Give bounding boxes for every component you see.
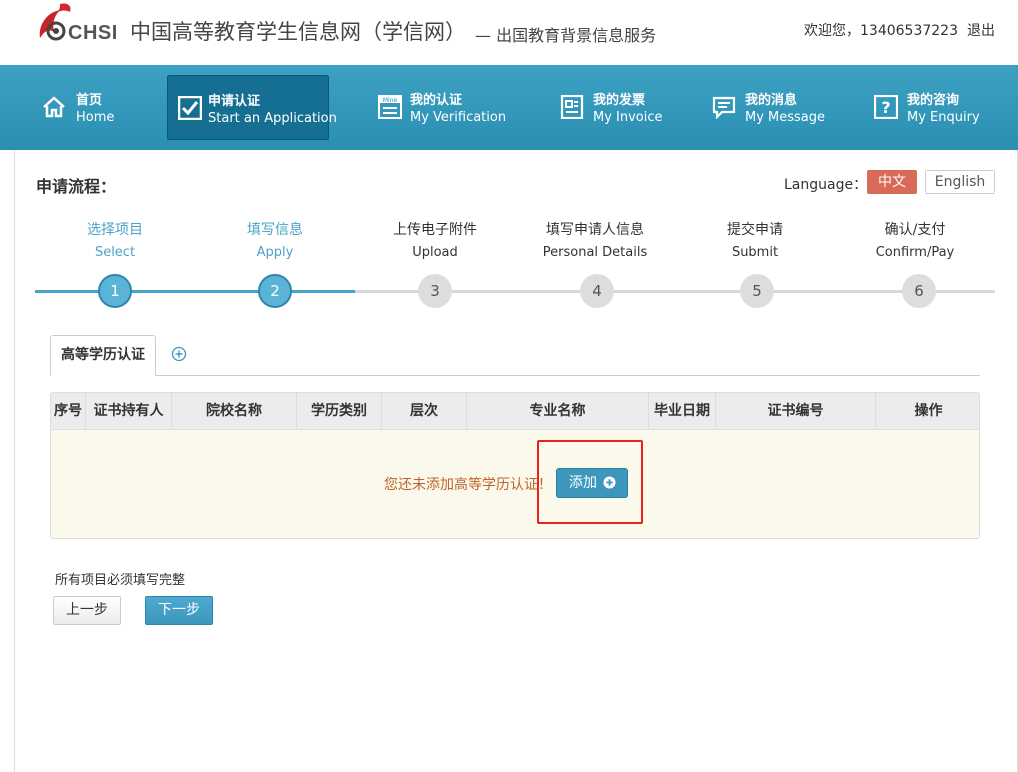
step-label-zh: 填写申请人信息 [546,222,644,238]
highlight-box [537,440,643,524]
column-header: 专业名称 [467,393,649,430]
step-label-zh: 确认/支付 [884,222,946,238]
step-circle: 3 [418,274,452,308]
message-icon [712,96,736,119]
site-header: CHSI 中国高等教育学生信息网（学信网） — 出国教育背景信息服务 欢迎您，1… [0,0,1018,65]
enquiry-icon: ? [874,95,898,119]
column-header: 证书编号 [716,393,876,430]
nav-item-apply[interactable]: 申请认证 Start an Application [167,75,337,140]
nav-item-message[interactable]: 我的消息 My Message [702,75,842,140]
column-header: 序号 [51,393,86,430]
step-circle: 4 [580,274,614,308]
progress-track-done [35,290,355,293]
mine-icon: Mine [378,95,402,119]
nav-label-zh: 首页 [76,93,103,108]
nav-item-enquiry[interactable]: ? 我的咨询 My Enquiry [864,75,1004,140]
step-label-en: Confirm/Pay [875,245,955,260]
step-circle: 2 [258,274,292,308]
logo-text: CHSI [68,22,118,44]
column-header: 学历类别 [297,393,382,430]
table-body: 您还未添加高等学历认证！ 添加 [51,430,979,538]
svg-text:Mine: Mine [383,97,398,104]
nav-item-home[interactable]: 首页 Home [30,75,150,140]
nav-label-zh: 我的认证 [410,93,463,108]
nav-item-invoice[interactable]: 我的发票 My Invoice [550,75,680,140]
table-header: 序号 证书持有人 院校名称 学历类别 层次 专业名称 毕业日期 证书编号 操作 [51,393,979,430]
nav-label-en: My Message [745,110,826,125]
nav-label-zh: 我的发票 [593,93,646,108]
home-icon [43,96,65,118]
step-label-en: Upload [412,245,458,260]
step-label-en: Apply [256,245,294,260]
main-nav: 首页 Home 申请认证 Start an Application Mine 我… [0,65,1018,150]
column-header: 层次 [382,393,467,430]
step-label-zh: 选择项目 [87,222,143,238]
nav-label-zh: 我的消息 [745,93,798,108]
step-label-zh: 提交申请 [727,222,783,238]
lang-english-button[interactable]: English [925,170,995,194]
site-title: 中国高等教育学生信息网（学信网） [130,20,466,44]
nav-label-en: My Enquiry [907,110,980,125]
certification-table: 序号 证书持有人 院校名称 学历类别 层次 专业名称 毕业日期 证书编号 操作 … [50,392,980,539]
site-subtitle: — 出国教育背景信息服务 [475,26,657,45]
tab-higher-education[interactable]: 高等学历认证 [50,335,156,376]
column-header: 毕业日期 [649,393,716,430]
nav-label-zh: 申请认证 [208,94,261,109]
required-note: 所有项目必须填写完整 [55,573,186,588]
step-circle: 6 [902,274,936,308]
lang-chinese-button[interactable]: 中文 [867,170,917,194]
nav-label-en: Start an Application [208,111,337,126]
nav-label-en: My Invoice [593,110,663,125]
step-circle: 1 [98,274,132,308]
step-label-en: Select [94,245,136,260]
nav-label-en: Home [76,110,115,125]
svg-text:?: ? [881,98,890,117]
column-header: 证书持有人 [86,393,172,430]
logout-link[interactable]: 退出 [967,20,995,40]
step-label-en: Personal Details [542,245,648,260]
add-tab-icon[interactable] [171,346,187,362]
step-label-en: Submit [731,245,779,260]
column-header: 操作 [914,403,943,419]
welcome-text: 欢迎您，13406537223 [804,23,958,39]
column-header: 院校名称 [172,393,297,430]
language-label: Language： [784,177,868,193]
next-button[interactable]: 下一步 [145,596,213,625]
step-label-zh: 填写信息 [247,222,303,238]
nav-label-en: My Verification [410,110,507,125]
nav-item-verification[interactable]: Mine 我的认证 My Verification [368,75,518,140]
invoice-icon [560,95,584,119]
previous-button[interactable]: 上一步 [53,596,121,625]
empty-message: 您还未添加高等学历认证！ [384,477,552,493]
flow-title: 申请流程： [36,177,117,196]
step-circle: 5 [740,274,774,308]
nav-label-zh: 我的咨询 [907,93,960,108]
tabs-divider [50,375,980,376]
step-label-zh: 上传电子附件 [393,222,477,238]
check-icon [178,96,202,120]
